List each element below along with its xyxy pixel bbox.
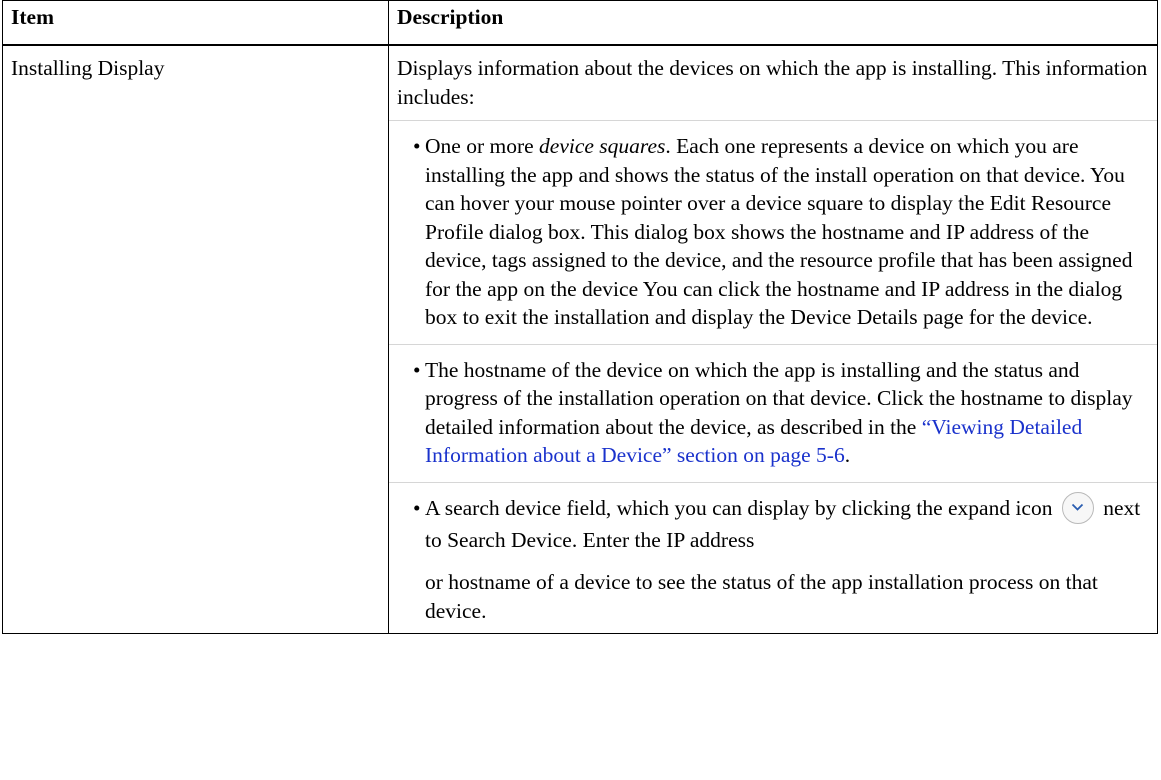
list-item: • One or more device squares. Each one r…: [389, 120, 1157, 344]
bullet-text: . Each one represents a device on which …: [425, 134, 1133, 329]
bullet-text: .: [844, 443, 851, 467]
bullet-text: One or more: [425, 134, 540, 158]
list-item: • The hostname of the device on which th…: [389, 343, 1157, 482]
table-row: Installing Display Displays information …: [2, 44, 1158, 635]
bullet-icon: •: [413, 495, 421, 520]
chevron-down-circle-icon: [1061, 491, 1094, 524]
header-row: Item Description: [2, 0, 1158, 46]
header-item: Item: [2, 0, 389, 46]
list-item: • A search device field, which you can d…: [389, 481, 1157, 634]
item-cell: Installing Display: [2, 44, 389, 635]
emphasis-text: device squares: [539, 134, 666, 158]
info-table: Item Description Installing Display Disp…: [2, 0, 1158, 635]
description-intro: Displays information about the devices o…: [397, 56, 1148, 109]
bullet-text: A search device field, which you can dis…: [425, 495, 1053, 520]
description-cell: Displays information about the devices o…: [388, 44, 1158, 635]
header-description: Description: [388, 0, 1158, 46]
bullet-text: or hostname of a device to see the statu…: [425, 570, 1098, 623]
bullet-icon: •: [413, 134, 421, 158]
bullet-icon: •: [413, 357, 421, 382]
